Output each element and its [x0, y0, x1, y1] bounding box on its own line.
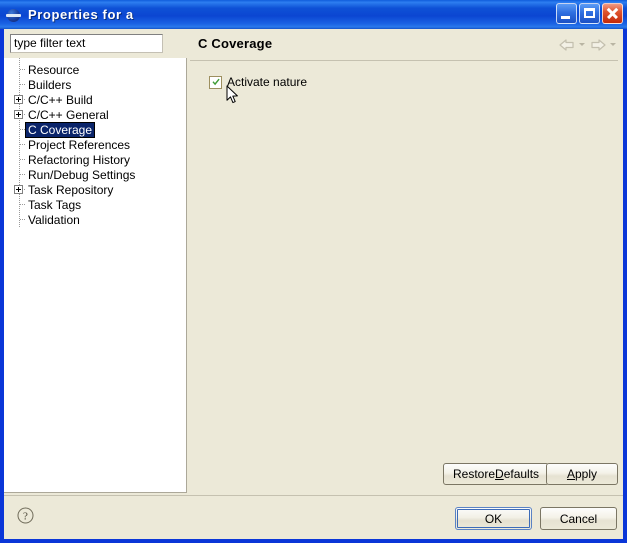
- help-icon[interactable]: ?: [17, 507, 34, 524]
- tree-indent: [4, 197, 26, 212]
- tree-item-resource[interactable]: Resource: [4, 62, 186, 77]
- tree-item-label: Resource: [28, 62, 80, 77]
- maximize-button[interactable]: [579, 3, 600, 24]
- tree-item-c-cpp-general[interactable]: C/C++ General: [4, 107, 186, 122]
- tree-item-label: Run/Debug Settings: [28, 167, 136, 182]
- settings-tree[interactable]: Resource Builders C/C++ Build C/C++ Gene…: [4, 58, 187, 493]
- tree-item-c-coverage[interactable]: C Coverage: [4, 121, 186, 138]
- title-bar: Properties for a: [0, 0, 627, 29]
- expand-plus-icon[interactable]: [14, 110, 23, 119]
- tree-item-builders[interactable]: Builders: [4, 77, 186, 92]
- tree-indent: [4, 182, 26, 197]
- activate-nature-label: Activate nature: [227, 75, 308, 89]
- footer-divider: [4, 495, 623, 496]
- settings-tree-pane: type filter text Resource Builders C/C++…: [4, 29, 188, 493]
- expand-plus-icon[interactable]: [14, 185, 23, 194]
- tree-indent: [4, 107, 26, 122]
- page-navigation: [558, 37, 617, 53]
- apply-post: pply: [575, 467, 598, 481]
- page-header: C Coverage: [188, 29, 623, 60]
- forward-dropdown-icon[interactable]: [610, 37, 617, 53]
- header-divider: [190, 60, 618, 61]
- tree-item-label: Task Tags: [28, 197, 82, 212]
- eclipse-globe-icon: [6, 7, 22, 23]
- window-controls: [556, 3, 623, 24]
- tree-item-label: Builders: [28, 77, 72, 92]
- tree-item-c-cpp-build[interactable]: C/C++ Build: [4, 92, 186, 107]
- close-button[interactable]: [602, 3, 623, 24]
- tree-item-label: C/C++ General: [28, 107, 109, 122]
- tree-indent: [4, 92, 26, 107]
- apply-mnemonic: A: [566, 467, 575, 481]
- tree-item-project-references[interactable]: Project References: [4, 137, 186, 152]
- tree-indent: [4, 137, 26, 152]
- window-title: Properties for a: [28, 7, 134, 22]
- cancel-button[interactable]: Cancel: [540, 507, 617, 530]
- tree-item-label: Validation: [28, 212, 80, 227]
- back-dropdown-icon[interactable]: [579, 37, 586, 53]
- tree-item-task-repository[interactable]: Task Repository: [4, 182, 186, 197]
- settings-page-pane: C Coverage Activate nature Restore D efa…: [188, 29, 623, 493]
- tree-item-validation[interactable]: Validation: [4, 212, 186, 227]
- dialog-client-area: type filter text Resource Builders C/C++…: [4, 29, 623, 539]
- tree-item-run-debug-settings[interactable]: Run/Debug Settings: [4, 167, 186, 182]
- cancel-label: Cancel: [559, 511, 598, 526]
- ok-label: OK: [484, 511, 503, 526]
- restore-defaults-post: efaults: [503, 467, 540, 481]
- svg-text:?: ?: [23, 510, 28, 522]
- activate-nature-checkbox[interactable]: [209, 76, 222, 89]
- tree-indent: [4, 167, 26, 182]
- filter-input[interactable]: type filter text: [10, 34, 163, 53]
- restore-defaults-button[interactable]: Restore Defaults: [443, 463, 550, 485]
- tree-indent: [4, 62, 26, 77]
- tree-indent: [4, 122, 26, 137]
- tree-item-refactoring-history[interactable]: Refactoring History: [4, 152, 186, 167]
- forward-arrow-icon[interactable]: [589, 37, 607, 53]
- restore-defaults-mnemonic: D: [495, 467, 504, 481]
- tree-item-label: C Coverage: [24, 121, 96, 138]
- properties-dialog-window: Properties for a type filter text Resour…: [0, 0, 627, 543]
- tree-indent: [4, 212, 26, 227]
- expand-plus-icon[interactable]: [14, 95, 23, 104]
- page-title: C Coverage: [198, 36, 273, 51]
- tree-item-label: Project References: [28, 137, 131, 152]
- restore-defaults-pre: Restore: [453, 467, 496, 481]
- minimize-button[interactable]: [556, 3, 577, 24]
- tree-indent: [4, 152, 26, 167]
- apply-button[interactable]: Apply: [546, 463, 618, 485]
- ok-button[interactable]: OK: [455, 507, 532, 530]
- tree-item-task-tags[interactable]: Task Tags: [4, 197, 186, 212]
- tree-item-label: Task Repository: [28, 182, 114, 197]
- tree-item-label: Refactoring History: [28, 152, 131, 167]
- activate-nature-row[interactable]: Activate nature: [209, 76, 307, 89]
- tree-indent: [4, 77, 26, 92]
- back-arrow-icon[interactable]: [558, 37, 576, 53]
- tree-item-label: C/C++ Build: [28, 92, 93, 107]
